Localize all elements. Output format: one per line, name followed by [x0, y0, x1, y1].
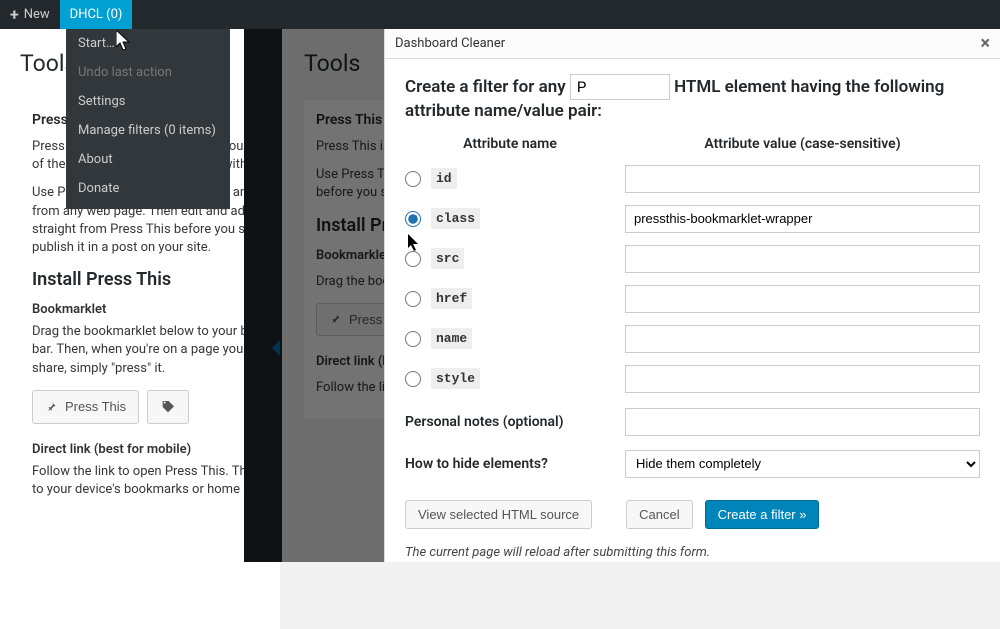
radio-style[interactable] [405, 371, 421, 387]
close-icon[interactable]: × [980, 33, 990, 54]
radio-src[interactable] [405, 251, 421, 267]
dhcl-dropdown: Start… Undo last action Settings Manage … [66, 29, 230, 209]
dropdown-donate[interactable]: Donate [66, 174, 230, 203]
notes-input[interactable] [625, 408, 980, 436]
radio-href[interactable] [405, 291, 421, 307]
notes-label: Personal notes (optional) [405, 414, 615, 430]
cancel-button[interactable]: Cancel [626, 500, 692, 529]
attr-src: src [431, 248, 464, 269]
press-this-label: Press This [65, 399, 126, 414]
element-input[interactable] [570, 74, 670, 100]
dropdown-start[interactable]: Start… [66, 29, 230, 58]
col-attr-value: Attribute value (case-sensitive) [625, 136, 980, 154]
tag-icon [160, 399, 176, 415]
value-style[interactable] [625, 365, 980, 393]
attr-href: href [431, 288, 472, 309]
attr-class: class [431, 208, 480, 229]
lead-before: Create a filter for any [405, 77, 570, 97]
value-id[interactable] [625, 165, 980, 193]
modal-lead: Create a filter for any HTML element hav… [405, 74, 980, 124]
value-href[interactable] [625, 285, 980, 313]
create-filter-button[interactable]: Create a filter » [705, 500, 820, 529]
attr-id: id [431, 168, 457, 189]
tag-button[interactable] [147, 390, 189, 424]
hide-label: How to hide elements? [405, 456, 615, 472]
value-src[interactable] [625, 245, 980, 273]
press-this-button[interactable]: Press This [32, 390, 139, 424]
value-name[interactable] [625, 325, 980, 353]
adminbar-new[interactable]: + New [0, 0, 60, 29]
attr-style: style [431, 368, 480, 389]
adminbar-new-label: New [24, 7, 50, 22]
dropdown-undo[interactable]: Undo last action [66, 58, 230, 87]
modal-title: Dashboard Cleaner [395, 36, 505, 51]
col-attr-name: Attribute name [405, 136, 615, 154]
view-source-button[interactable]: View selected HTML source [405, 500, 592, 529]
value-class[interactable] [625, 205, 980, 233]
dropdown-settings[interactable]: Settings [66, 87, 230, 116]
modal-footnote: The current page will reload after submi… [405, 545, 980, 560]
radio-id[interactable] [405, 171, 421, 187]
adminbar-dhcl-label: DHCL (0) [70, 7, 123, 22]
adminbar-dhcl[interactable]: DHCL (0) [60, 0, 133, 29]
dropdown-about[interactable]: About [66, 145, 230, 174]
pin-icon [45, 400, 59, 414]
radio-class[interactable] [405, 211, 421, 227]
plus-icon: + [10, 5, 19, 24]
dashboard-cleaner-modal: Dashboard Cleaner × Create a filter for … [384, 29, 1000, 562]
radio-name[interactable] [405, 331, 421, 347]
modal-titlebar: Dashboard Cleaner × [385, 29, 1000, 59]
hide-select[interactable]: Hide them completely [625, 450, 980, 478]
adminbar-left: + New DHCL (0) [0, 0, 1000, 29]
attr-name: name [431, 328, 472, 349]
dropdown-manage[interactable]: Manage filters (0 items) [66, 116, 230, 145]
